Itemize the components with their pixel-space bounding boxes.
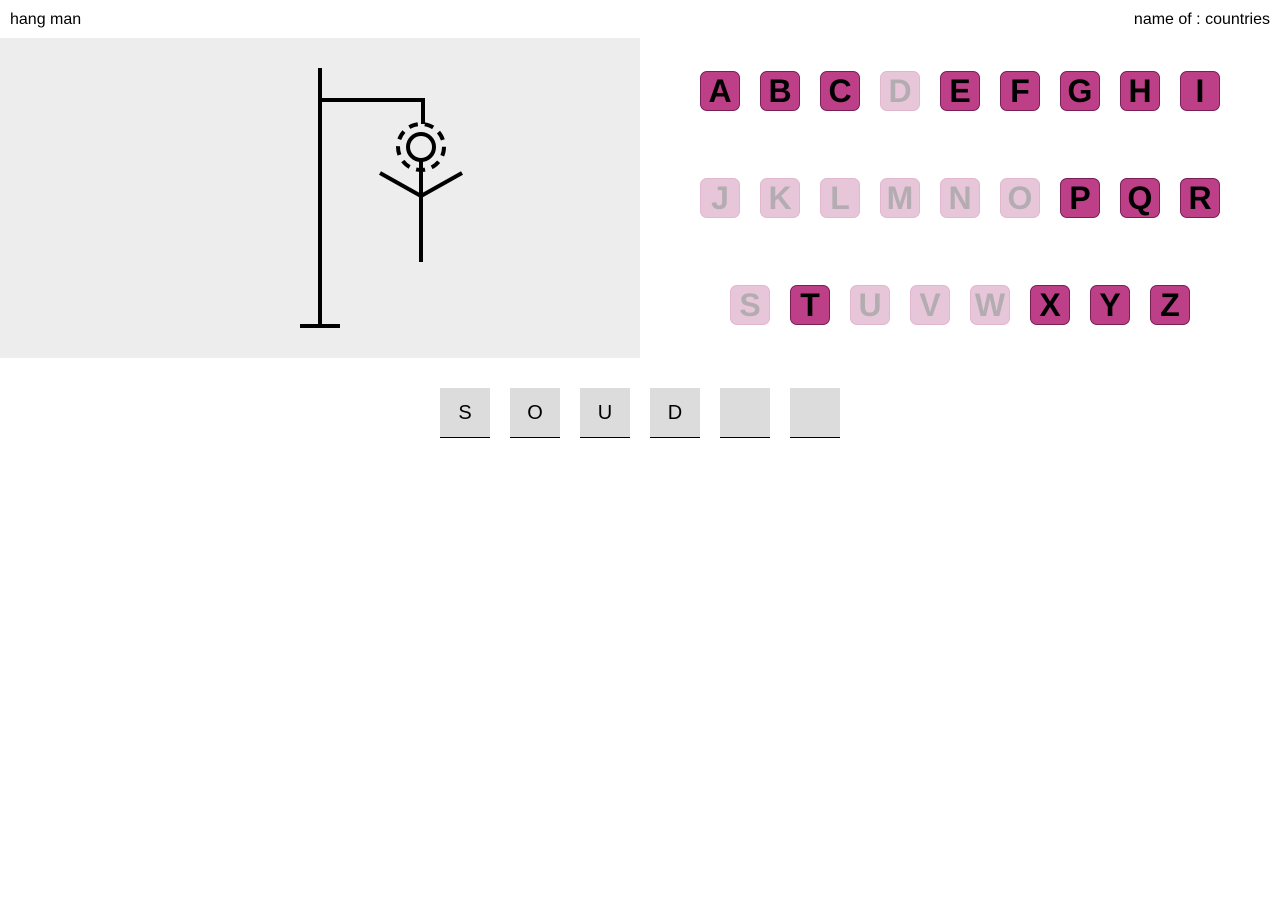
word-letter-slot: D <box>650 388 700 438</box>
letter-key-v: V <box>910 285 950 325</box>
hangman-stage <box>0 38 640 358</box>
word-letter-slot: U <box>580 388 630 438</box>
category-label: name of : countries <box>1133 11 1270 28</box>
letter-key-n: N <box>940 178 980 218</box>
letter-key-h[interactable]: H <box>1120 71 1160 111</box>
game-title: hang man <box>10 11 82 28</box>
hangman-left-arm <box>379 171 422 198</box>
letter-key-s: S <box>730 285 770 325</box>
letter-key-u: U <box>850 285 890 325</box>
word-display: SOUD <box>0 388 1280 438</box>
header: hang man name of : countries <box>0 0 1280 38</box>
letter-key-x[interactable]: X <box>1030 285 1070 325</box>
letter-key-q[interactable]: Q <box>1120 178 1160 218</box>
word-letter-slot <box>790 388 840 438</box>
letter-keyboard: ABCDEFGHI JKLMNOPQR STUVWXYZ <box>640 38 1280 358</box>
letter-key-r[interactable]: R <box>1180 178 1220 218</box>
word-letter-slot: O <box>510 388 560 438</box>
letter-key-i[interactable]: I <box>1180 71 1220 111</box>
letter-key-m: M <box>880 178 920 218</box>
letter-key-g[interactable]: G <box>1060 71 1100 111</box>
letter-key-w: W <box>970 285 1010 325</box>
letter-key-e[interactable]: E <box>940 71 980 111</box>
letter-key-z[interactable]: Z <box>1150 285 1190 325</box>
letter-key-d: D <box>880 71 920 111</box>
hangman-drawing <box>300 68 463 328</box>
letter-key-f[interactable]: F <box>1000 71 1040 111</box>
letter-key-k: K <box>760 178 800 218</box>
letter-key-j: J <box>700 178 740 218</box>
letter-key-c[interactable]: C <box>820 71 860 111</box>
hangman-right-arm <box>420 171 463 198</box>
word-letter-slot <box>720 388 770 438</box>
letter-key-a[interactable]: A <box>700 71 740 111</box>
letter-key-p[interactable]: P <box>1060 178 1100 218</box>
word-letter-slot: S <box>440 388 490 438</box>
letter-key-b[interactable]: B <box>760 71 800 111</box>
letter-key-o: O <box>1000 178 1040 218</box>
hangman-head <box>406 132 436 162</box>
letter-key-t[interactable]: T <box>790 285 830 325</box>
letter-key-l: L <box>820 178 860 218</box>
gallows <box>300 68 425 328</box>
letter-key-y[interactable]: Y <box>1090 285 1130 325</box>
